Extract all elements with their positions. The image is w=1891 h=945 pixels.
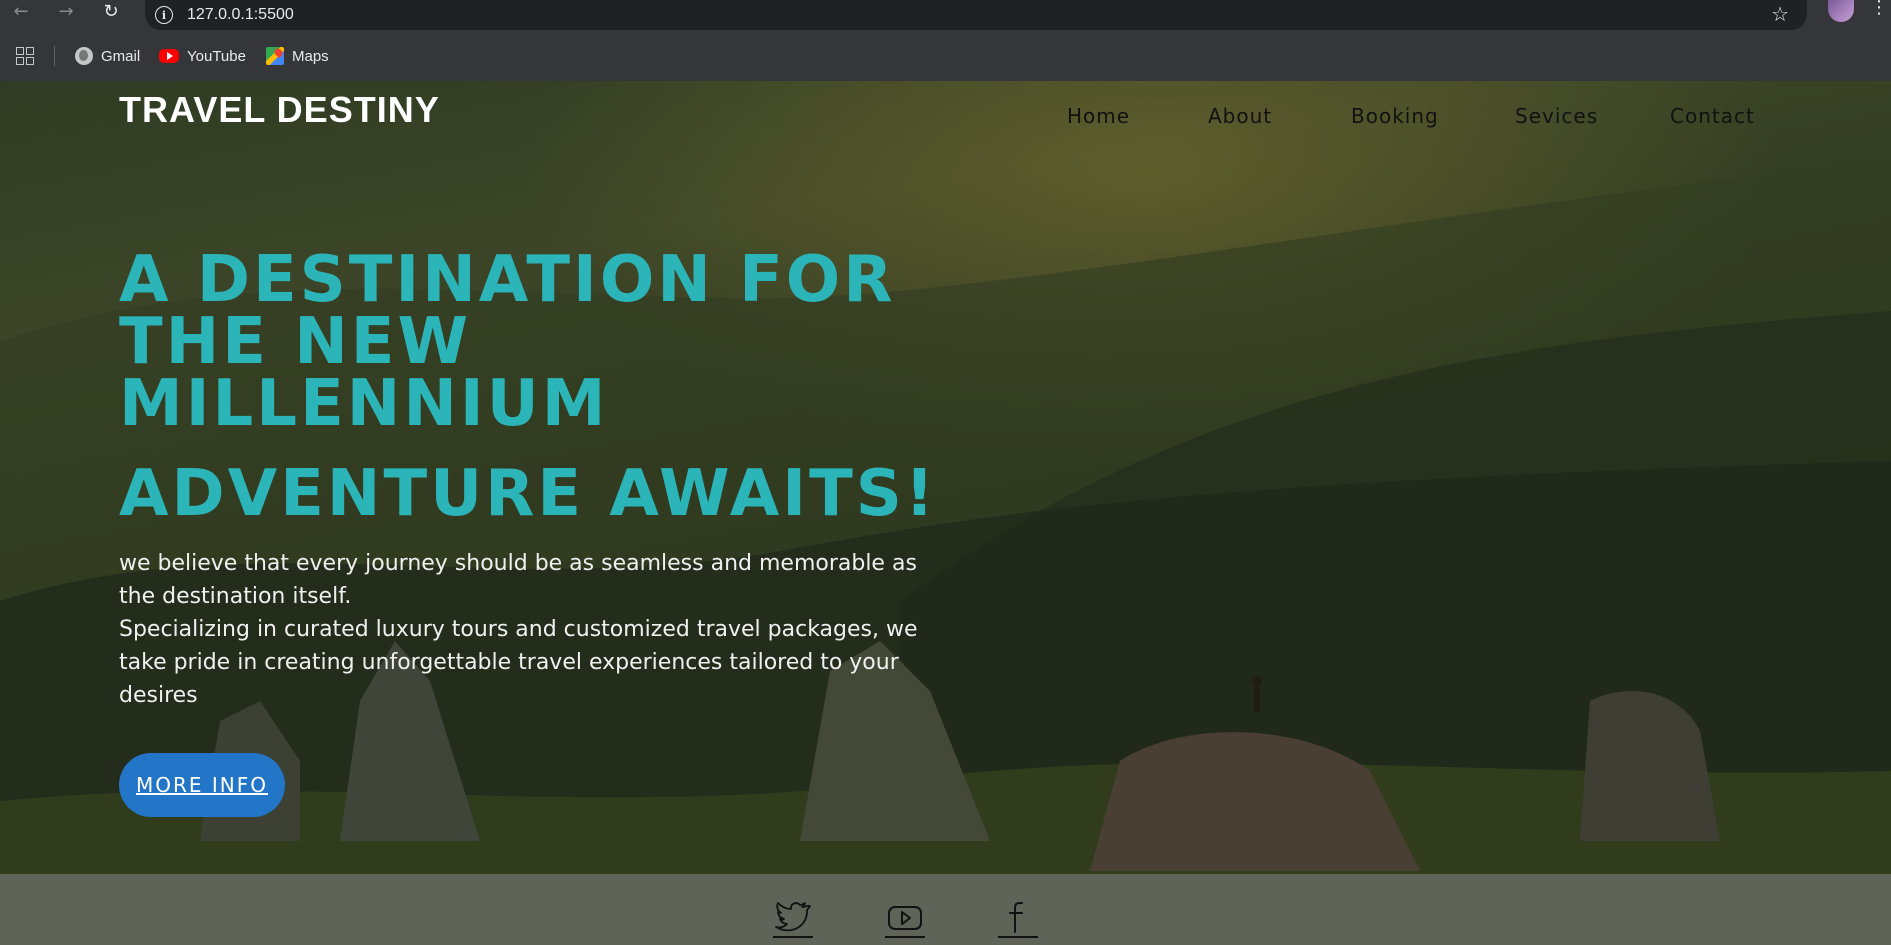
icon-underline — [885, 936, 925, 938]
nav-services[interactable]: Sevices — [1515, 104, 1598, 128]
browser-menu-icon[interactable]: ⋮ — [1870, 0, 1888, 22]
hero-paragraph-1: we believe that every journey should be … — [119, 551, 917, 609]
nav-about[interactable]: About — [1208, 104, 1272, 128]
bookmark-label: Gmail — [101, 47, 141, 65]
bookmark-youtube[interactable]: YouTube — [159, 42, 246, 70]
hero-description: we believe that every journey should be … — [119, 547, 919, 712]
hero-paragraph-2: Specializing in curated luxury tours and… — [119, 617, 918, 708]
youtube-icon — [159, 49, 179, 63]
icon-underline — [773, 936, 813, 938]
back-icon[interactable]: ← — [7, 0, 35, 22]
twitter-icon[interactable] — [773, 898, 813, 938]
globe-icon — [75, 47, 93, 65]
forward-icon[interactable]: → — [52, 0, 80, 22]
nav-booking[interactable]: Booking — [1351, 104, 1439, 128]
apps-grid-icon[interactable] — [16, 47, 34, 65]
youtube-icon[interactable] — [885, 898, 925, 938]
hero-title: A DESTINATION FOR THE NEW MILLENNIUM — [119, 243, 896, 441]
nav-contact[interactable]: Contact — [1670, 104, 1755, 128]
bookmarks-bar: Gmail YouTube Maps — [0, 30, 1891, 81]
profile-avatar[interactable] — [1828, 0, 1854, 22]
address-bar[interactable]: i 127.0.0.1:5500 ☆ — [145, 0, 1807, 30]
bookmarks-divider — [54, 46, 55, 66]
bookmark-star-icon[interactable]: ☆ — [1771, 2, 1789, 26]
bookmark-label: Maps — [292, 47, 329, 65]
bookmark-label: YouTube — [187, 47, 246, 65]
reload-icon[interactable]: ↻ — [97, 0, 125, 22]
site-info-icon[interactable]: i — [155, 6, 173, 24]
maps-icon — [266, 47, 284, 65]
hero-section: TRAVEL DESTINY Home About Booking Sevice… — [0, 81, 1891, 945]
nav-home[interactable]: Home — [1067, 104, 1130, 128]
main-navigation: Home About Booking Sevices Contact — [0, 104, 1891, 134]
facebook-icon[interactable] — [998, 898, 1038, 938]
icon-underline — [998, 936, 1038, 938]
bookmark-gmail[interactable]: Gmail — [75, 42, 140, 70]
hero-subtitle: ADVENTURE AWAITS! — [119, 457, 938, 531]
more-info-button[interactable]: MORE INFO — [119, 753, 285, 817]
bookmark-maps[interactable]: Maps — [266, 42, 329, 70]
footer — [0, 874, 1891, 945]
url-text[interactable]: 127.0.0.1:5500 — [187, 6, 294, 24]
browser-toolbar: ← → ↻ i 127.0.0.1:5500 ☆ ⋮ — [0, 0, 1891, 30]
